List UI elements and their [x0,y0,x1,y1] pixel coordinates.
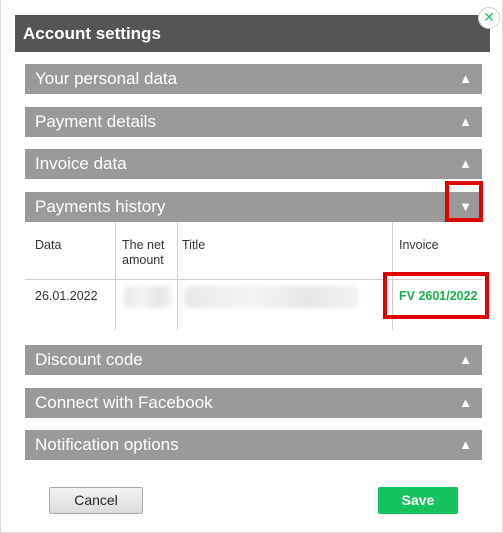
highlight-box-toggle [445,181,483,222]
header-net-amount: The net amount [122,238,165,267]
highlight-box-invoice [383,272,489,319]
account-settings-dialog: Account settings ✕ Your personal data ▲ … [0,0,503,533]
section-invoice-data[interactable]: Invoice data ▲ [25,149,482,179]
section-discount-code[interactable]: Discount code ▲ [25,345,482,375]
save-button[interactable]: Save [378,487,458,514]
redacted-net-amount [124,286,172,308]
redacted-title [184,286,359,308]
section-label: Connect with Facebook [35,393,213,412]
chevron-up-icon: ▲ [459,156,472,171]
cell-date: 26.01.2022 [35,289,98,303]
column-title: Title [177,222,392,330]
section-label: Payments history [35,197,166,216]
chevron-up-icon: ▲ [459,352,472,367]
section-personal-data[interactable]: Your personal data ▲ [25,64,482,94]
chevron-up-icon: ▲ [459,114,472,129]
chevron-up-icon: ▲ [459,71,472,86]
cancel-button[interactable]: Cancel [49,487,143,514]
section-label: Notification options [35,435,179,454]
section-connect-facebook[interactable]: Connect with Facebook ▲ [25,388,482,418]
close-icon[interactable]: ✕ [478,7,500,29]
header-invoice: Invoice [399,238,439,252]
header-data: Data [35,238,62,252]
section-payments-history[interactable]: Payments history ▼ [25,192,482,222]
section-notification-options[interactable]: Notification options ▲ [25,430,482,460]
section-label: Invoice data [35,154,127,173]
section-label: Your personal data [35,69,178,88]
section-payment-details[interactable]: Payment details ▲ [25,107,482,137]
chevron-up-icon: ▲ [459,437,472,452]
section-label: Discount code [35,350,143,369]
chevron-up-icon: ▲ [459,395,472,410]
dialog-title: Account settings [15,15,490,52]
section-label: Payment details [35,112,156,131]
column-net-amount: The net amount [115,222,177,330]
header-title: Title [182,238,206,252]
column-data: Data 26.01.2022 [25,222,115,330]
